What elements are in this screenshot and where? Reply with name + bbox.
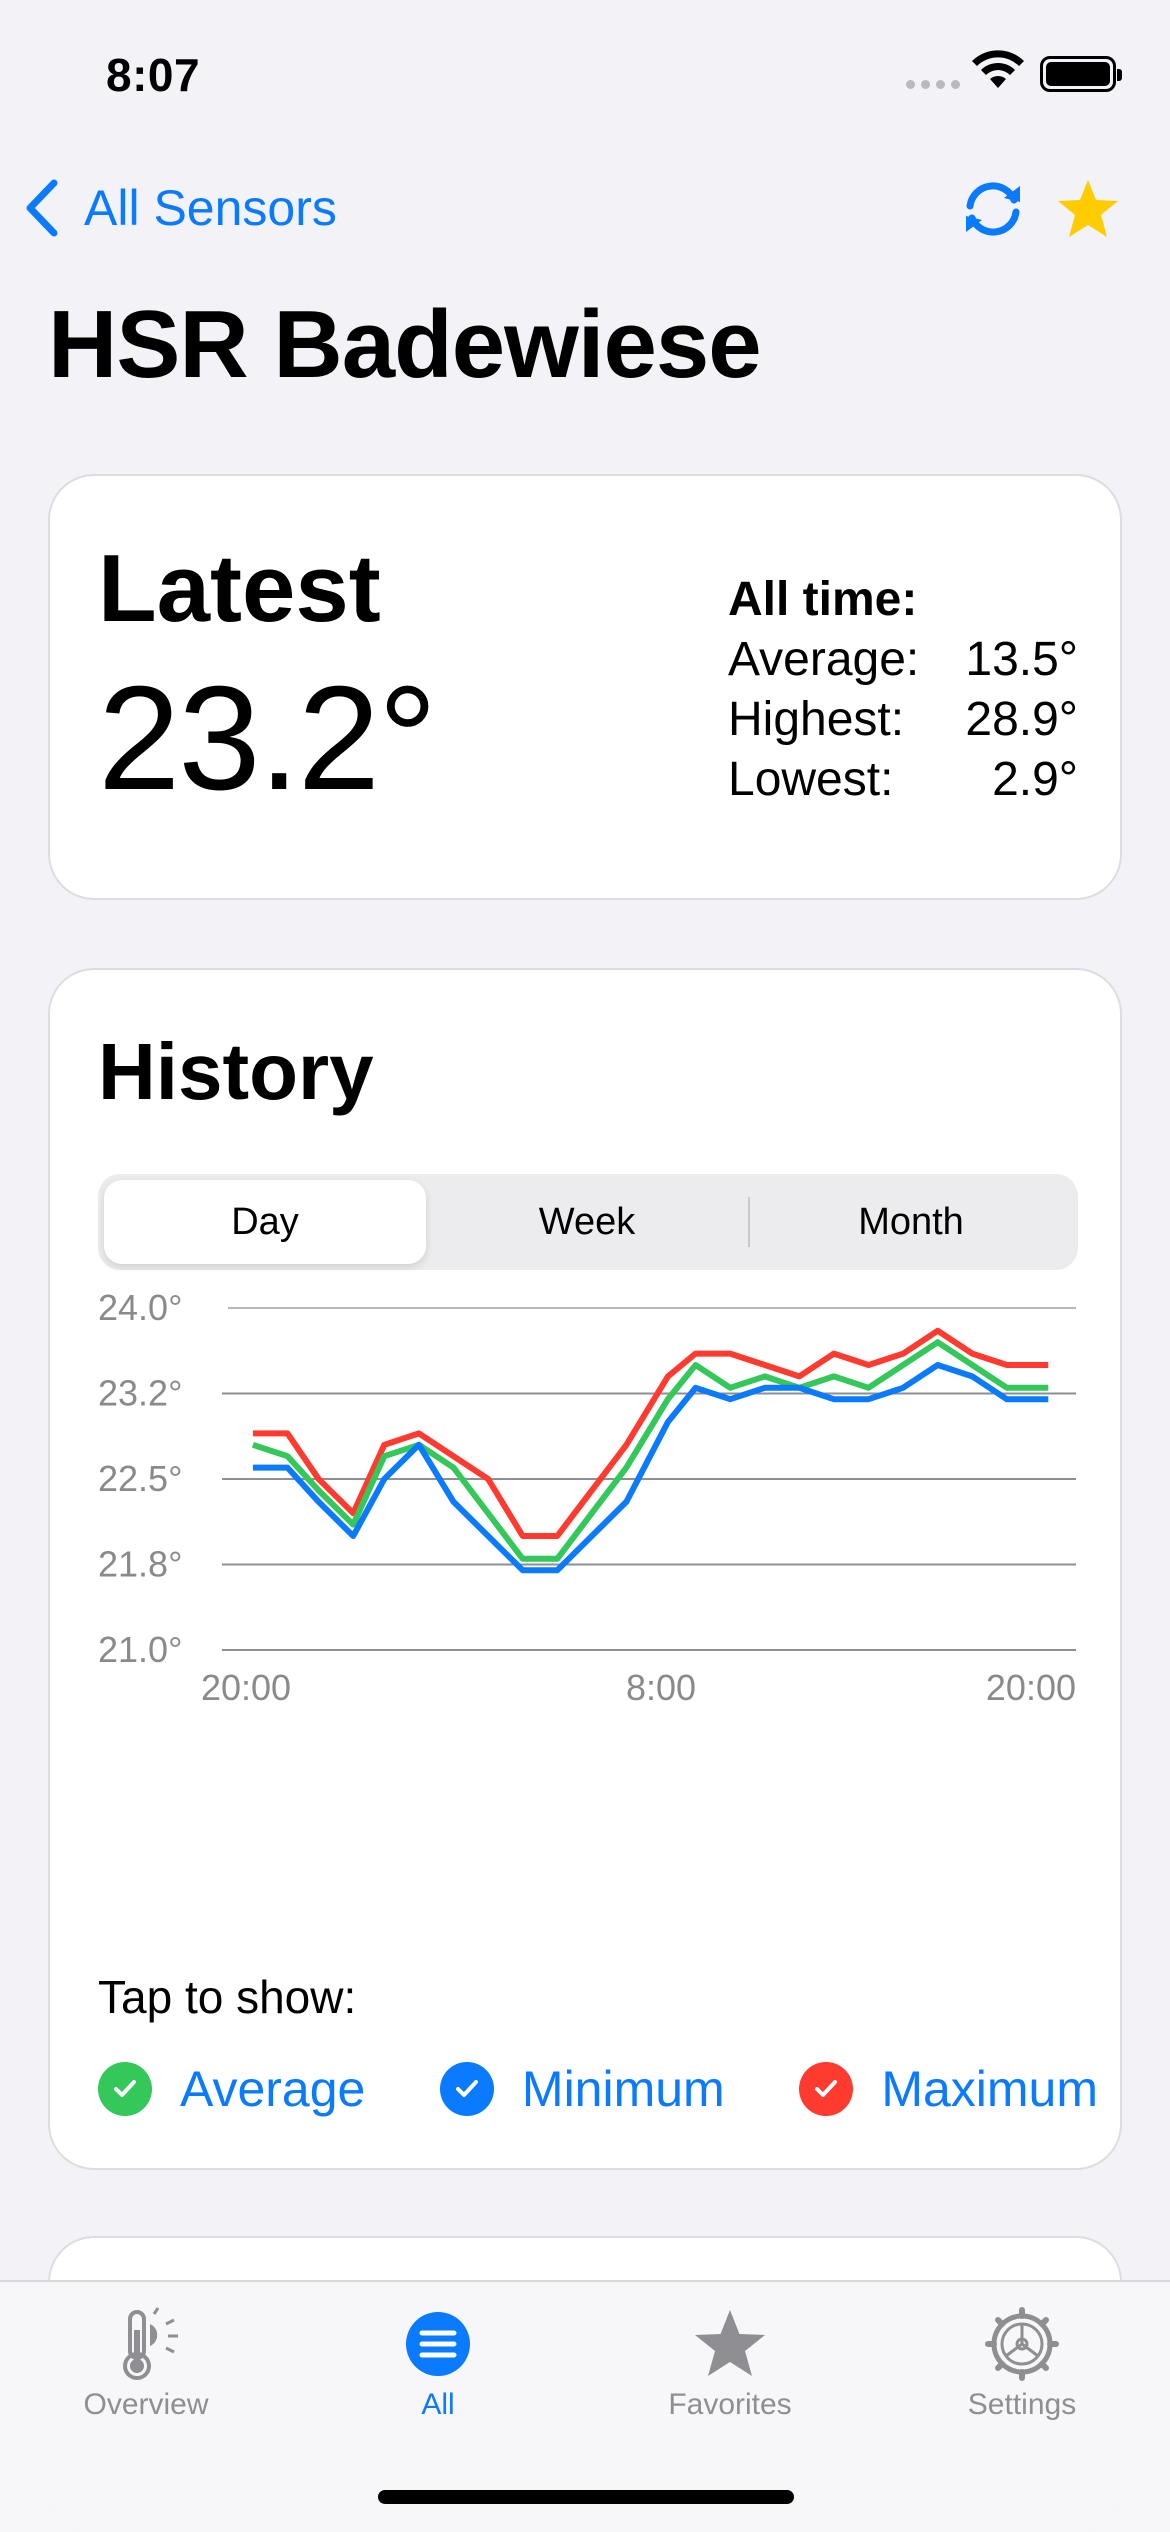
y-tick-label: 24.0° <box>98 1290 182 1328</box>
segment-day[interactable]: Day <box>104 1180 426 1264</box>
tab-all[interactable]: All <box>338 2306 538 2422</box>
tab-favorites[interactable]: Favorites <box>630 2306 830 2422</box>
legend-label: Maximum <box>881 2061 1098 2117</box>
checkmark-circle-icon <box>799 2062 854 2116</box>
period-segmented-control: Day Week Month <box>98 1174 1078 1270</box>
tab-label: Overview <box>83 2388 209 2421</box>
toggle-minimum[interactable]: Minimum <box>439 2060 725 2118</box>
tab-label: Settings <box>967 2388 1077 2421</box>
gear-icon <box>985 2307 1059 2381</box>
cellular-signal-icon <box>906 80 960 89</box>
stat-lowest: Lowest: 2.9° <box>728 752 1078 812</box>
x-tick-label: 8:00 <box>626 1667 696 1708</box>
checkmark-circle-icon <box>439 2062 494 2116</box>
checkmark-circle-icon <box>98 2062 152 2116</box>
star-icon <box>695 2310 765 2376</box>
back-button-label: All Sensors <box>84 180 337 236</box>
history-title: History <box>98 1027 374 1116</box>
toggle-average[interactable]: Average <box>98 2060 365 2118</box>
tab-label: All <box>421 2388 455 2421</box>
status-time: 8:07 <box>106 49 201 101</box>
status-bar: 8:07 <box>0 0 1170 140</box>
tab-settings[interactable]: Settings <box>922 2306 1122 2422</box>
stat-label: Average: <box>728 633 920 686</box>
legend-label: Average <box>180 2061 366 2117</box>
stat-value: 2.9° <box>992 753 1078 806</box>
tab-overview[interactable]: Overview <box>46 2306 246 2422</box>
legend-label: Minimum <box>521 2061 725 2117</box>
latest-card: Latest 23.2° All time: Average: 13.5° Hi… <box>48 474 1122 900</box>
thermometer-sun-icon <box>123 2307 178 2380</box>
stat-average: Average: 13.5° <box>728 632 1078 692</box>
page-title: HSR Badewiese <box>48 291 762 398</box>
segment-month[interactable]: Month <box>750 1180 1072 1264</box>
alltime-stats: All time: Average: 13.5° Highest: 28.9° … <box>728 572 1078 812</box>
home-indicator <box>378 2490 794 2504</box>
list-icon <box>406 2312 470 2376</box>
stat-value: 13.5° <box>965 633 1078 686</box>
back-button[interactable]: All Sensors <box>24 176 337 240</box>
history-card: History Day Week Month 24.0° 23.2° 22.5° 21… <box>48 968 1122 2170</box>
latest-label: Latest <box>98 535 381 642</box>
toggle-maximum[interactable]: Maximum <box>799 2060 1098 2118</box>
x-tick-label: 20:00 <box>201 1667 291 1708</box>
wifi-icon <box>972 50 1024 88</box>
y-tick-label: 21.8° <box>98 1544 182 1585</box>
battery-icon <box>1040 56 1122 92</box>
y-tick-label: 21.0° <box>98 1629 182 1670</box>
y-tick-label: 22.5° <box>98 1458 182 1499</box>
stat-label: Lowest: <box>728 753 894 806</box>
history-chart: 24.0° 23.2° 22.5° 21.8° 21.0° 20:00 8:00 20:00 <box>98 1290 1076 1708</box>
favorite-star-icon[interactable] <box>1056 178 1120 240</box>
tap-to-show-label: Tap to show: <box>98 1971 357 2023</box>
latest-value: 23.2° <box>98 656 437 821</box>
y-tick-label: 23.2° <box>98 1373 182 1414</box>
stat-highest: Highest: 28.9° <box>728 692 1078 752</box>
series-legend: Average Minimum Maximum <box>98 2060 1098 2118</box>
stat-label: Highest: <box>728 693 905 746</box>
tab-label: Favorites <box>668 2388 792 2421</box>
refresh-icon[interactable] <box>958 178 1028 240</box>
x-tick-label: 20:00 <box>986 1667 1076 1708</box>
chevron-left-icon <box>26 179 58 237</box>
alltime-title: All time: <box>728 573 918 626</box>
segment-week[interactable]: Week <box>426 1180 748 1264</box>
stat-value: 28.9° <box>965 693 1078 746</box>
